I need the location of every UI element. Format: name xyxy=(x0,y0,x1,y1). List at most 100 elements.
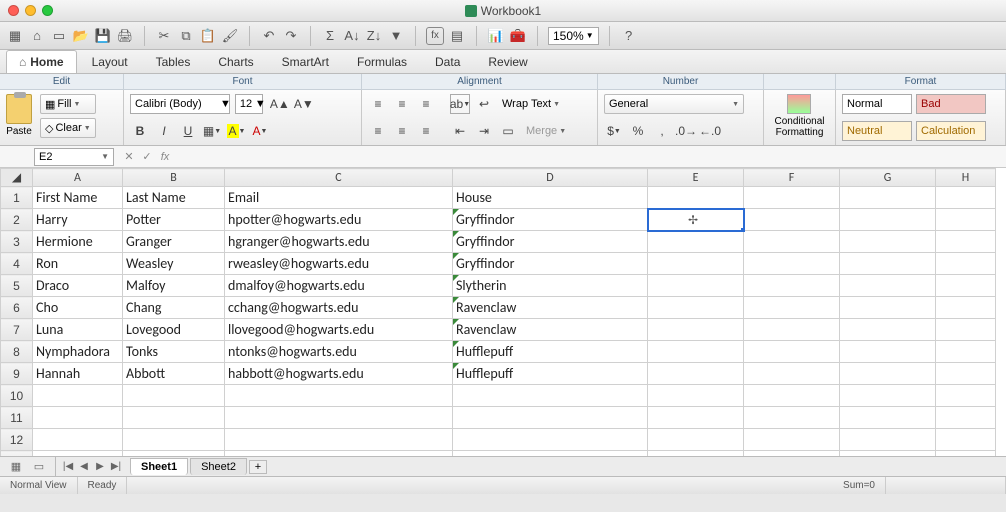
cell-D9[interactable]: Hufflepuff xyxy=(453,363,648,385)
cell-C2[interactable]: hpotter@hogwarts.edu xyxy=(225,209,453,231)
cell-E1[interactable] xyxy=(648,187,744,209)
cell-H10[interactable] xyxy=(936,385,996,407)
row-header-10[interactable]: 10 xyxy=(1,385,33,407)
align-middle-icon[interactable]: ≡ xyxy=(392,94,412,114)
show-formulas-icon[interactable]: ▤ xyxy=(448,27,466,45)
font-size-input[interactable] xyxy=(235,94,263,114)
cell-A13[interactable] xyxy=(33,451,123,457)
sort-desc-icon[interactable]: Z↓ xyxy=(365,27,383,45)
wrap-text-button[interactable]: Wrap Text▼ xyxy=(498,94,564,114)
row-header-12[interactable]: 12 xyxy=(1,429,33,451)
cell-E8[interactable] xyxy=(648,341,744,363)
minimize-window-button[interactable] xyxy=(25,5,36,16)
font-color-button[interactable]: A▼ xyxy=(250,121,270,141)
col-header-F[interactable]: F xyxy=(744,169,840,187)
row-header-13[interactable]: 13 xyxy=(1,451,33,457)
cell-G4[interactable] xyxy=(840,253,936,275)
cell-G5[interactable] xyxy=(840,275,936,297)
format-painter-icon[interactable]: 🖌 xyxy=(221,27,239,45)
cell-B12[interactable] xyxy=(123,429,225,451)
cell-G7[interactable] xyxy=(840,319,936,341)
cell-D10[interactable] xyxy=(453,385,648,407)
cell-E6[interactable] xyxy=(648,297,744,319)
cell-C12[interactable] xyxy=(225,429,453,451)
cell-D4[interactable]: Gryffindor xyxy=(453,253,648,275)
cell-B8[interactable]: Tonks xyxy=(123,341,225,363)
tab-data[interactable]: Data xyxy=(422,50,473,73)
insert-function-button[interactable]: fx xyxy=(156,148,174,166)
cell-E13[interactable] xyxy=(648,451,744,457)
fx-icon[interactable]: fx xyxy=(426,27,444,45)
cell-A9[interactable]: Hannah xyxy=(33,363,123,385)
cell-C10[interactable] xyxy=(225,385,453,407)
cell-C5[interactable]: dmalfoy@hogwarts.edu xyxy=(225,275,453,297)
bold-button[interactable]: B xyxy=(130,121,150,141)
cell-D3[interactable]: Gryffindor xyxy=(453,231,648,253)
tab-smartart[interactable]: SmartArt xyxy=(269,50,342,73)
page-layout-view-button[interactable]: ▭ xyxy=(29,457,49,476)
align-right-icon[interactable]: ≡ xyxy=(416,121,436,141)
sheet-nav-last[interactable]: ▶| xyxy=(108,461,124,472)
open-icon[interactable]: 📂 xyxy=(72,27,90,45)
cell-B4[interactable]: Weasley xyxy=(123,253,225,275)
cell-F12[interactable] xyxy=(744,429,840,451)
cell-A6[interactable]: Cho xyxy=(33,297,123,319)
cell-D11[interactable] xyxy=(453,407,648,429)
cell-F11[interactable] xyxy=(744,407,840,429)
cell-F2[interactable] xyxy=(744,209,840,231)
fill-color-button[interactable]: A▼ xyxy=(226,121,246,141)
paste-button[interactable]: Paste xyxy=(6,94,32,137)
font-name-input[interactable] xyxy=(130,94,230,114)
col-header-H[interactable]: H xyxy=(936,169,996,187)
help-icon[interactable]: ? xyxy=(620,27,638,45)
cell-B2[interactable]: Potter xyxy=(123,209,225,231)
sheet-nav-first[interactable]: |◀ xyxy=(60,461,76,472)
cell-B1[interactable]: Last Name xyxy=(123,187,225,209)
cell-H12[interactable] xyxy=(936,429,996,451)
cell-C8[interactable]: ntonks@hogwarts.edu xyxy=(225,341,453,363)
wrap-text-icon[interactable]: ↩ xyxy=(474,94,494,114)
cell-A10[interactable] xyxy=(33,385,123,407)
align-top-icon[interactable]: ≡ xyxy=(368,94,388,114)
style-bad[interactable]: Bad xyxy=(916,94,986,114)
cell-B3[interactable]: Granger xyxy=(123,231,225,253)
merge-icon[interactable]: ▭ xyxy=(498,121,518,141)
decrease-decimal-icon[interactable]: ←.0 xyxy=(700,121,720,141)
worksheet-grid[interactable]: ◢ABCDEFGH1First NameLast NameEmailHouse2… xyxy=(0,168,1006,456)
cell-H3[interactable] xyxy=(936,231,996,253)
cell-E10[interactable] xyxy=(648,385,744,407)
cell-E9[interactable] xyxy=(648,363,744,385)
tab-charts[interactable]: Charts xyxy=(205,50,266,73)
increase-font-icon[interactable]: A▲ xyxy=(270,94,290,114)
row-header-7[interactable]: 7 xyxy=(1,319,33,341)
comma-button[interactable]: , xyxy=(652,121,672,141)
cell-C1[interactable]: Email xyxy=(225,187,453,209)
confirm-formula-button[interactable]: ✓ xyxy=(138,148,156,166)
cell-G1[interactable] xyxy=(840,187,936,209)
close-window-button[interactable] xyxy=(8,5,19,16)
cell-H11[interactable] xyxy=(936,407,996,429)
cell-G3[interactable] xyxy=(840,231,936,253)
cell-G9[interactable] xyxy=(840,363,936,385)
chart-icon[interactable]: 📊 xyxy=(487,27,505,45)
formula-input[interactable] xyxy=(174,148,1006,166)
tab-formulas[interactable]: Formulas xyxy=(344,50,420,73)
cell-G8[interactable] xyxy=(840,341,936,363)
cell-H7[interactable] xyxy=(936,319,996,341)
sheet-nav-next[interactable]: ▶ xyxy=(92,461,108,472)
sort-asc-icon[interactable]: A↓ xyxy=(343,27,361,45)
cell-B6[interactable]: Chang xyxy=(123,297,225,319)
cell-F4[interactable] xyxy=(744,253,840,275)
cell-G13[interactable] xyxy=(840,451,936,457)
orientation-button[interactable]: ab▼ xyxy=(450,94,470,114)
col-header-A[interactable]: A xyxy=(33,169,123,187)
home-icon[interactable]: ⌂ xyxy=(28,27,46,45)
print-icon[interactable]: 🖨 xyxy=(116,27,134,45)
cell-H5[interactable] xyxy=(936,275,996,297)
cell-H8[interactable] xyxy=(936,341,996,363)
tab-tables[interactable]: Tables xyxy=(143,50,204,73)
col-header-B[interactable]: B xyxy=(123,169,225,187)
sheet-tab-sheet2[interactable]: Sheet2 xyxy=(190,458,247,475)
cell-G12[interactable] xyxy=(840,429,936,451)
percent-button[interactable]: % xyxy=(628,121,648,141)
